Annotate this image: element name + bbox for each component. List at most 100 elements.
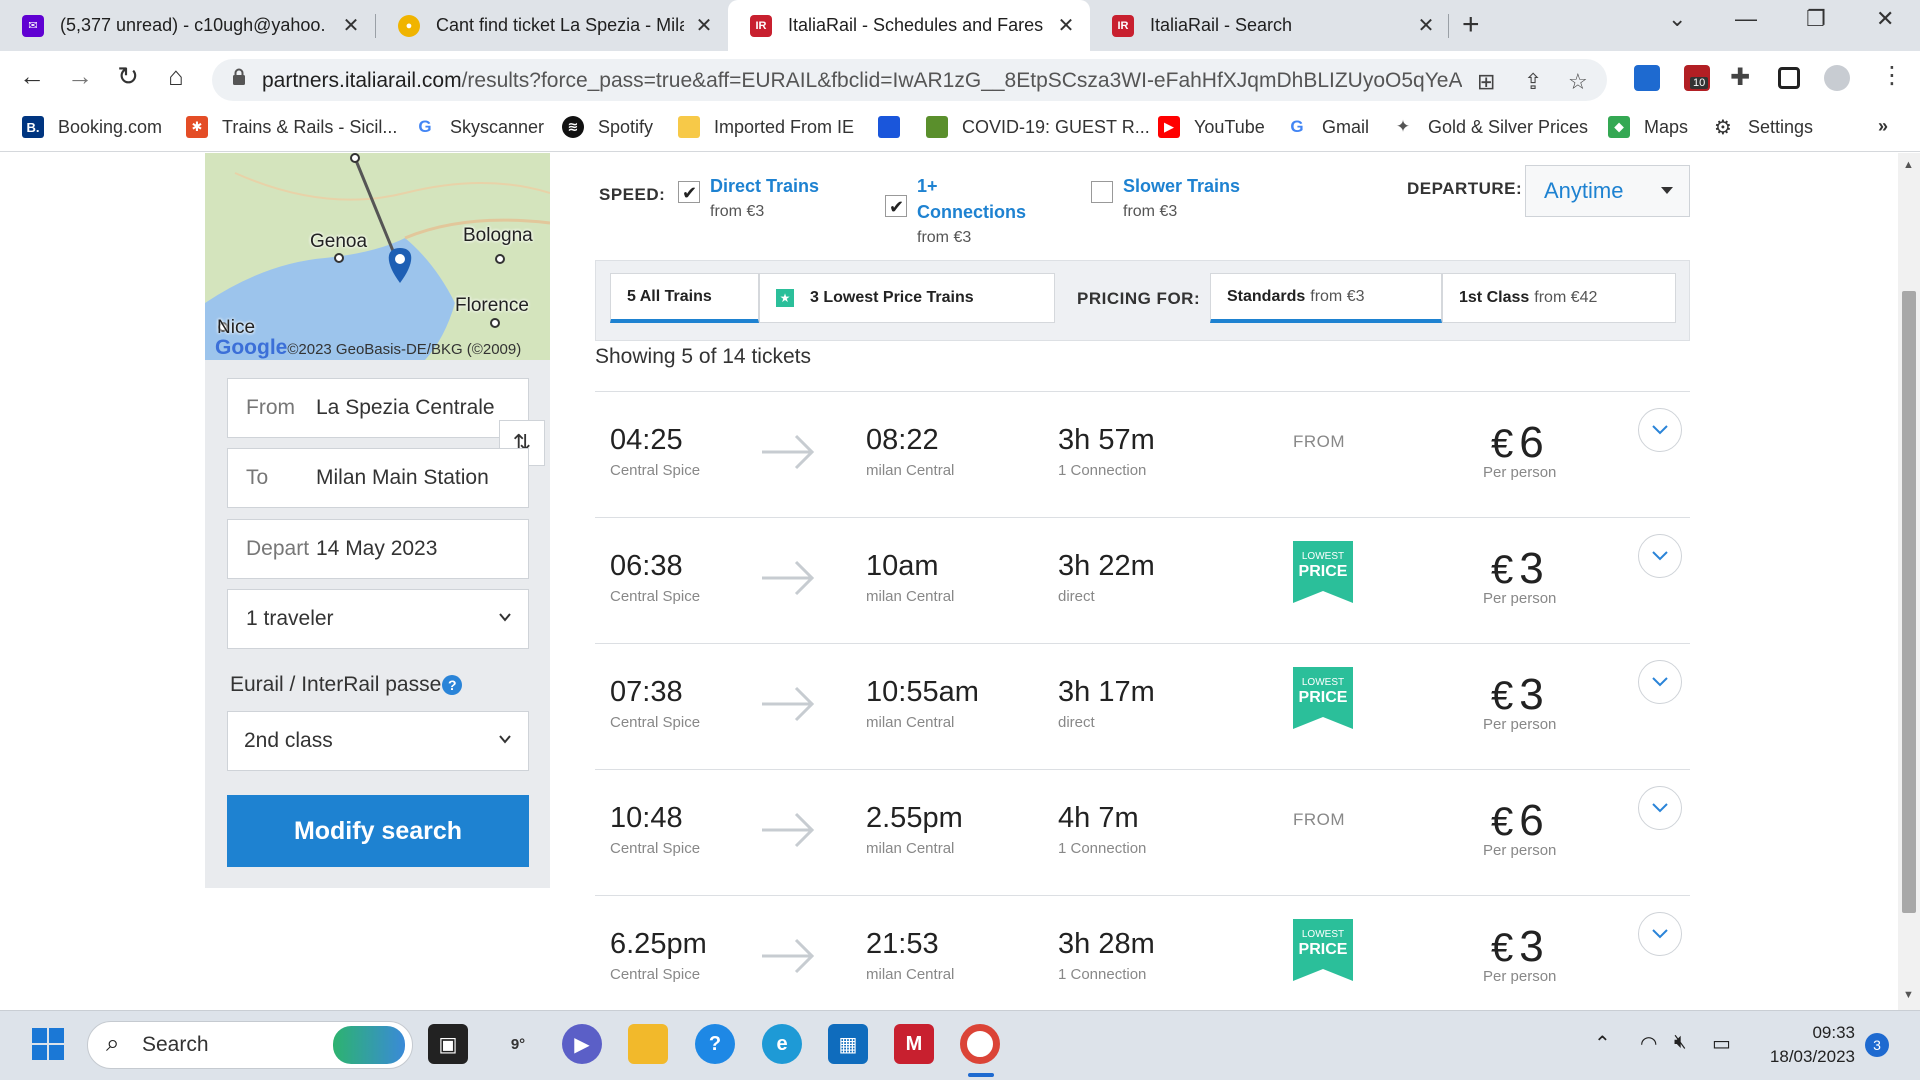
edge-browser-icon[interactable]: e bbox=[762, 1024, 802, 1064]
bookmark-star-icon[interactable]: ☆ bbox=[1568, 69, 1588, 95]
bookmark-label: Trains & Rails - Sicil... bbox=[222, 116, 398, 137]
tab-all-trains[interactable]: 5 All Trains bbox=[610, 273, 759, 323]
new-tab-button[interactable]: + bbox=[1462, 8, 1480, 42]
tab-lowest-price-trains[interactable]: ★ 3 Lowest Price Trains bbox=[759, 273, 1055, 323]
minimize-button[interactable]: — bbox=[1735, 6, 1757, 32]
page-scrollbar[interactable]: ▲ ▼ bbox=[1898, 153, 1920, 1010]
tab-standards-pricing[interactable]: Standards from €3 bbox=[1210, 273, 1442, 323]
mcafee-icon[interactable]: M bbox=[894, 1024, 934, 1064]
direct-trains-price: from €3 bbox=[710, 203, 765, 220]
expand-row-button[interactable] bbox=[1638, 786, 1682, 830]
bookmark-booking[interactable]: B. Booking.com bbox=[22, 116, 162, 138]
search-panel: Genoa Bologna Florence Nice Google©2023 … bbox=[205, 153, 550, 888]
connections-checkbox[interactable]: ✔ bbox=[885, 195, 907, 217]
scroll-down-icon[interactable]: ▼ bbox=[1903, 989, 1914, 1001]
scrollbar-thumb[interactable] bbox=[1902, 291, 1916, 913]
result-row[interactable]: 07:38 Central Spice 10:55am milan Central 3h… bbox=[595, 643, 1690, 769]
travelers-select[interactable]: 1 traveler bbox=[227, 589, 529, 649]
tab-italiarail-search[interactable]: IR ItaliaRail - Search ✕ bbox=[1090, 0, 1450, 51]
address-bar[interactable]: partners.italiarail.com/results?force_pa… bbox=[212, 59, 1607, 101]
tab-search-chevron-icon[interactable]: ⌄ bbox=[1668, 6, 1686, 32]
expand-row-button[interactable] bbox=[1638, 408, 1682, 452]
windows-start-icon[interactable] bbox=[28, 1024, 68, 1064]
tab-forum[interactable]: ● Cant find ticket La Spezia - Milan ✕ bbox=[376, 0, 728, 51]
bookmark-settings[interactable]: ⚙ Settings bbox=[1712, 116, 1814, 139]
maps-icon: ⬥ bbox=[1608, 116, 1630, 138]
close-tab-icon[interactable]: ✕ bbox=[341, 13, 361, 38]
system-clock[interactable]: 09:33 18/03/2023 bbox=[1745, 1021, 1855, 1069]
trip-duration: 3h 17m bbox=[1058, 676, 1155, 708]
get-help-icon[interactable]: ? bbox=[695, 1024, 735, 1064]
to-field[interactable]: To Milan Main Station bbox=[227, 448, 529, 508]
bookmark-spotify[interactable]: ≋ Spotify bbox=[562, 116, 653, 138]
close-tab-icon[interactable]: ✕ bbox=[1416, 13, 1436, 38]
reload-button[interactable]: ↻ bbox=[110, 61, 146, 92]
route-map[interactable]: Genoa Bologna Florence Nice Google©2023 … bbox=[205, 153, 550, 360]
bookmark-imported-from-ie[interactable]: Imported From IE bbox=[678, 116, 854, 138]
expand-row-button[interactable] bbox=[1638, 534, 1682, 578]
expand-row-button[interactable] bbox=[1638, 912, 1682, 956]
bookmarks-overflow-icon[interactable]: » bbox=[1878, 116, 1888, 137]
close-tab-icon[interactable]: ✕ bbox=[1056, 13, 1076, 38]
volume-muted-icon[interactable]: 🔇︎ bbox=[1674, 1031, 1687, 1054]
result-row[interactable]: 10:48 Central Spice 2.55pm milan Central 4h … bbox=[595, 769, 1690, 895]
show-hidden-icons-icon[interactable]: ⌃ bbox=[1594, 1031, 1611, 1056]
home-button[interactable]: ⌂ bbox=[158, 61, 194, 92]
results-count: Showing 5 of 14 tickets bbox=[595, 345, 811, 368]
wifi-icon[interactable]: ◠ bbox=[1640, 1031, 1657, 1056]
depart-date-field[interactable]: Depart 14 May 2023 bbox=[227, 519, 529, 579]
share-icon[interactable]: ⇪ bbox=[1524, 69, 1542, 95]
task-view-icon[interactable]: ▣ bbox=[428, 1024, 468, 1064]
connections-label[interactable]: 1+ Connections bbox=[917, 173, 1047, 225]
help-icon[interactable]: ? bbox=[442, 675, 463, 695]
scroll-up-icon[interactable]: ▲ bbox=[1903, 159, 1914, 171]
close-window-button[interactable]: ✕ bbox=[1876, 6, 1894, 32]
menu-kebab-icon[interactable]: ⋮ bbox=[1880, 61, 1904, 90]
travelers-value: 1 traveler bbox=[246, 607, 334, 630]
result-row[interactable]: 04:25 Central Spice 08:22 milan Central 3h 5… bbox=[595, 391, 1690, 517]
expand-row-button[interactable] bbox=[1638, 660, 1682, 704]
direct-trains-checkbox[interactable]: ✔ bbox=[678, 181, 700, 203]
bookmark-gold-silver[interactable]: ✦ Gold & Silver Prices bbox=[1392, 116, 1588, 138]
class-select[interactable]: 2nd class bbox=[227, 711, 529, 771]
teams-chat-icon[interactable]: ▶ bbox=[562, 1024, 602, 1064]
battery-icon[interactable]: ▭ bbox=[1712, 1031, 1731, 1056]
bookmark-blue[interactable] bbox=[878, 116, 914, 138]
bookmark-youtube[interactable]: ▶ YouTube bbox=[1158, 116, 1265, 138]
forward-button[interactable]: → bbox=[62, 61, 98, 92]
modify-search-button[interactable]: Modify search bbox=[227, 795, 529, 867]
tab-italiarail-schedules[interactable]: IR ItaliaRail - Schedules and Fares ✕ bbox=[728, 0, 1090, 51]
microsoft-store-icon[interactable]: ▦ bbox=[828, 1024, 868, 1064]
departure-select[interactable]: Anytime bbox=[1525, 165, 1690, 217]
result-row[interactable]: 06:38 Central Spice 10am milan Central 3h 22… bbox=[595, 517, 1690, 643]
notification-badge[interactable]: 3 bbox=[1865, 1033, 1889, 1057]
bookmark-gmail[interactable]: G Gmail bbox=[1286, 116, 1369, 138]
back-button[interactable]: ← bbox=[14, 61, 50, 92]
extension-mcafee-icon[interactable]: 10 bbox=[1684, 65, 1710, 91]
taskbar-search[interactable]: ⌕ Search bbox=[87, 1021, 413, 1069]
side-panel-icon[interactable] bbox=[1778, 67, 1800, 89]
extension-snowflake-icon[interactable] bbox=[1634, 65, 1660, 91]
slower-trains-label[interactable]: Slower Trains bbox=[1123, 173, 1240, 199]
chrome-browser-icon[interactable] bbox=[960, 1024, 1000, 1064]
bookmark-trains-rails[interactable]: ✱ Trains & Rails - Sicil... bbox=[186, 116, 397, 138]
tab-yahoo-mail[interactable]: ✉ (5,377 unread) - c10ugh@yahoo. ✕ bbox=[0, 0, 375, 51]
bookmark-covid[interactable]: COVID-19: GUEST R... bbox=[926, 116, 1150, 138]
weather-icon[interactable]: 9° bbox=[498, 1024, 538, 1064]
file-explorer-icon[interactable] bbox=[628, 1024, 668, 1064]
result-row[interactable]: 6.25pm Central Spice 21:53 milan Central 3h … bbox=[595, 895, 1690, 1010]
restore-button[interactable]: ❐ bbox=[1806, 6, 1826, 32]
bookmark-skyscanner[interactable]: G Skyscanner bbox=[414, 116, 544, 138]
bookmark-label: Settings bbox=[1748, 116, 1814, 137]
slower-trains-checkbox[interactable] bbox=[1091, 181, 1113, 203]
direct-trains-label[interactable]: Direct Trains bbox=[710, 173, 819, 199]
arrow-right-icon bbox=[762, 560, 815, 596]
profile-avatar-icon[interactable] bbox=[1824, 65, 1850, 91]
departure-time: 6.25pm bbox=[610, 928, 707, 960]
tab-first-class-pricing[interactable]: 1st Class from €42 bbox=[1442, 273, 1676, 323]
bookmark-maps[interactable]: ⬥ Maps bbox=[1608, 116, 1688, 138]
translate-icon[interactable]: ⊞ bbox=[1477, 69, 1495, 95]
close-tab-icon[interactable]: ✕ bbox=[694, 13, 714, 38]
from-field[interactable]: From La Spezia Centrale bbox=[227, 378, 529, 438]
extensions-puzzle-icon[interactable]: ✚ bbox=[1730, 63, 1750, 92]
